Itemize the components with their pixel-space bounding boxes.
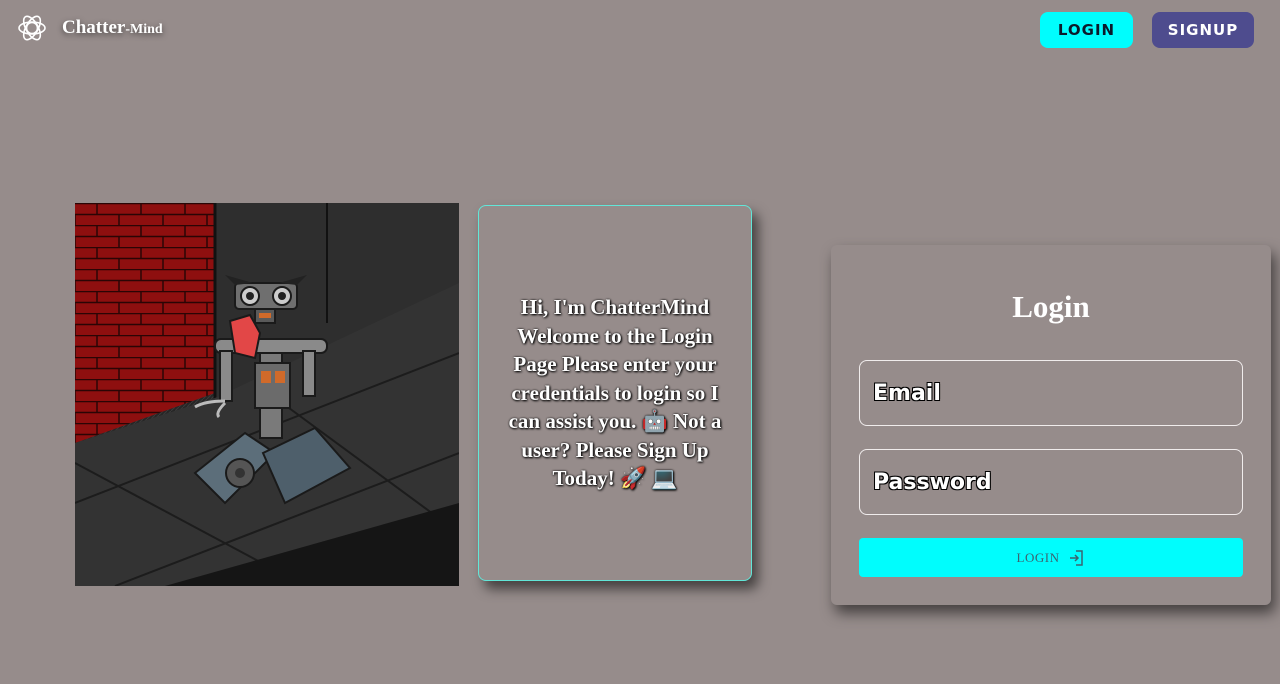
brand-name-main: Chatter xyxy=(62,17,126,38)
openai-logo-icon xyxy=(18,15,46,41)
brand[interactable]: Chatter-Mind xyxy=(16,12,163,44)
robot-illustration xyxy=(75,203,459,586)
login-submit-button[interactable]: LOGIN xyxy=(859,538,1243,577)
intro-card: Hi, I'm ChatterMind Welcome to the Login… xyxy=(478,205,752,581)
brand-name: Chatter-Mind xyxy=(62,17,163,39)
nav-login-button[interactable]: LOGIN xyxy=(1040,12,1133,48)
brand-name-suffix: -Mind xyxy=(125,22,163,37)
intro-message: Hi, I'm ChatterMind Welcome to the Login… xyxy=(508,295,722,491)
login-card: Login LOGIN xyxy=(831,245,1271,605)
password-field[interactable] xyxy=(859,449,1243,515)
login-arrow-icon xyxy=(1070,549,1084,566)
login-title: Login xyxy=(1012,289,1090,324)
email-field[interactable] xyxy=(859,360,1243,426)
nav-signup-button[interactable]: SIGNUP xyxy=(1152,12,1254,48)
login-submit-label: LOGIN xyxy=(1016,549,1060,565)
